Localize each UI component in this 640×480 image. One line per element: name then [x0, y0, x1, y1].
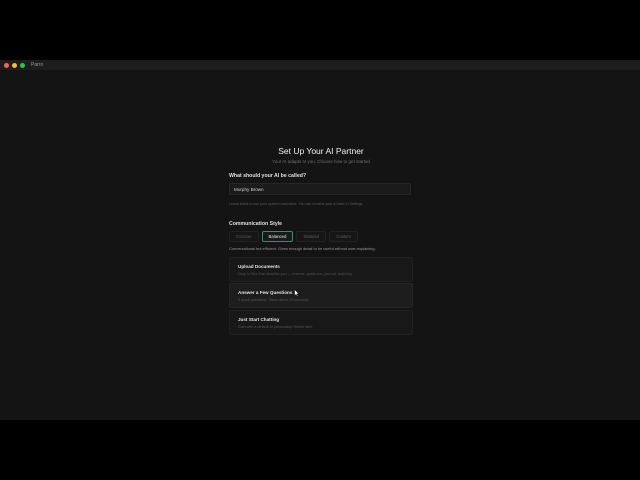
option-description: Drop in files that describe you — resume…: [238, 272, 353, 276]
page-subtitle: Your AI adapts to you. Choose how to get…: [272, 159, 370, 164]
mouse-cursor-icon: [294, 289, 300, 297]
ai-name-label: What should your AI be called?: [229, 173, 307, 179]
app-window: Parro Set Up Your AI Partner Your AI ada…: [0, 60, 640, 420]
minimize-window-button[interactable]: [12, 62, 17, 68]
style-detailed-button[interactable]: Detailed: [296, 231, 327, 242]
close-window-button[interactable]: [4, 62, 9, 68]
letterbox-bottom: [0, 420, 640, 480]
option-description: Start with a default AI personality. Ref…: [238, 325, 314, 329]
option-title: Answer a Few Questions: [238, 290, 293, 295]
option-title: Upload Documents: [238, 264, 280, 269]
option-title: Just Start Chatting: [238, 317, 280, 322]
upload-documents-option[interactable]: Upload Documents Drop in files that desc…: [229, 257, 413, 282]
ai-name-input[interactable]: [229, 183, 411, 195]
style-balanced-button[interactable]: Balanced: [261, 231, 294, 242]
start-chatting-option[interactable]: Just Start Chatting Start with a default…: [229, 310, 413, 335]
title-bar: Parro: [0, 60, 640, 70]
communication-style-options: Concise Balanced Detailed Custom: [229, 231, 361, 242]
style-concise-button[interactable]: Concise: [229, 231, 259, 242]
option-description: 5 quick questions. Takes about 30 second…: [238, 298, 310, 302]
answer-questions-option[interactable]: Answer a Few Questions 5 quick questions…: [229, 283, 413, 308]
letterbox-top: [0, 0, 640, 60]
communication-style-description: Conversational but efficient. Gives enou…: [229, 246, 376, 251]
page-title: Set Up Your AI Partner: [278, 146, 364, 156]
ai-name-help-text: Leave blank to use your system username.…: [229, 202, 364, 206]
zoom-window-button[interactable]: [20, 62, 25, 68]
communication-style-label: Communication Style: [229, 221, 283, 227]
style-custom-button[interactable]: Custom: [329, 231, 359, 242]
app-name: Parro: [31, 62, 44, 68]
